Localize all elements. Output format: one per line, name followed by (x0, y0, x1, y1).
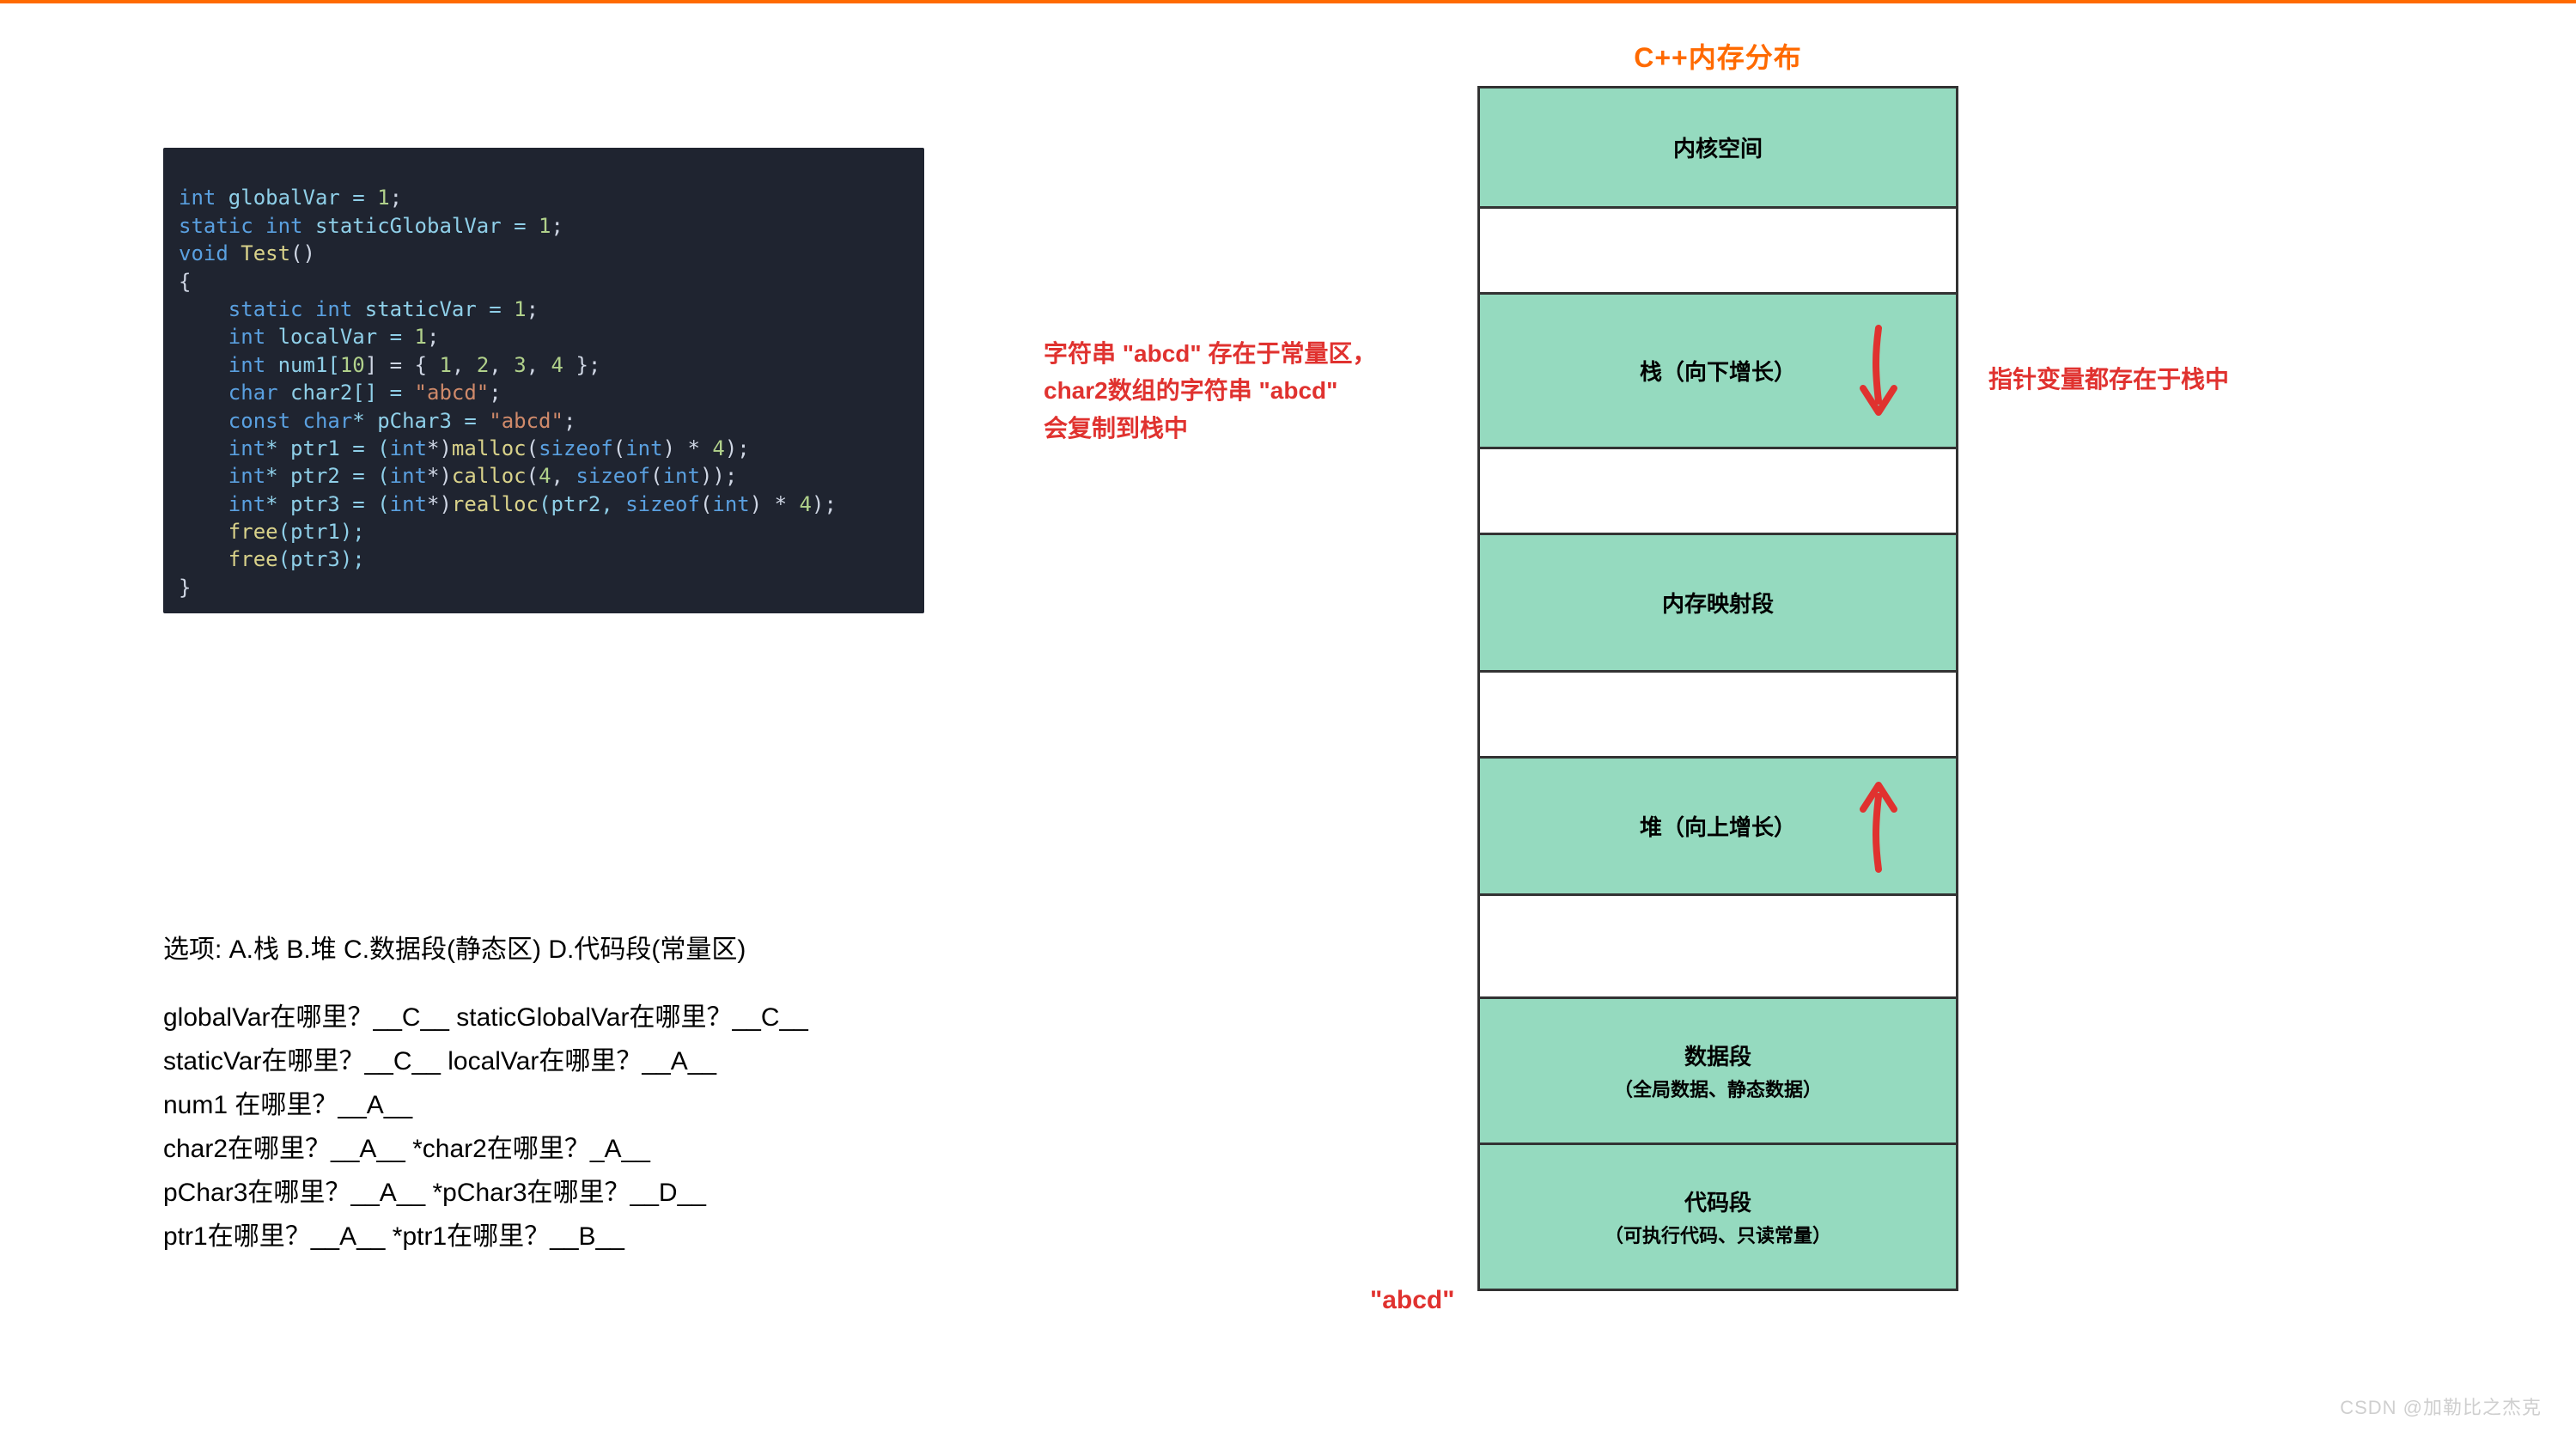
annotation-right: 指针变量都存在于栈中 (1988, 361, 2349, 395)
code-line-3: void Test() (179, 241, 315, 265)
mem-gap-3 (1480, 673, 1956, 759)
annotation-left-line2: char2数组的字符串 "abcd" (1044, 372, 1447, 409)
code-line-8: char char2[] = "abcd"; (179, 381, 502, 405)
code-line-4: { (179, 270, 191, 294)
mem-gap-1 (1480, 209, 1956, 295)
code-line-12: int* ptr3 = (int*)realloc(ptr2, sizeof(i… (179, 492, 837, 516)
question-line-6: ptr1在哪里？__A__ *ptr1在哪里？__B__ (163, 1215, 1005, 1258)
mem-code-seg-sub: （可执行代码、只读常量） (1605, 1221, 1831, 1248)
mem-stack-label: 栈（向下增长） (1640, 355, 1796, 387)
question-line-1: globalVar在哪里？__C__ staticGlobalVar在哪里？__… (163, 996, 1005, 1039)
code-line-6: int localVar = 1; (179, 325, 439, 349)
mem-data-seg-label: 数据段 (1684, 1039, 1751, 1071)
questions-block: 选项: A.栈 B.堆 C.数据段(静态区) D.代码段(常量区) global… (163, 928, 1005, 1258)
question-line-5: pChar3在哪里？__A__ *pChar3在哪里？__D__ (163, 1171, 1005, 1215)
mem-heap: 堆（向上增长） (1480, 759, 1956, 896)
mem-kernel: 内核空间 (1480, 88, 1956, 209)
code-line-14: free(ptr3); (179, 547, 365, 571)
mem-heap-label: 堆（向上增长） (1640, 810, 1796, 842)
annotation-abcd: "abcd" (1370, 1286, 1454, 1315)
annotation-left-line3: 会复制到栈中 (1044, 410, 1447, 447)
memory-layout: 内核空间 栈（向下增长） 内存映射段 堆（向上增长） 数据段 （全局数据、静态数… (1477, 86, 1958, 1291)
mem-data-seg-sub: （全局数据、静态数据） (1614, 1075, 1822, 1102)
mem-gap-2 (1480, 449, 1956, 535)
annotation-left: 字符串 "abcd" 存在于常量区， char2数组的字符串 "abcd" 会复… (1044, 335, 1447, 447)
mem-code-seg-label: 代码段 (1684, 1185, 1751, 1217)
annotation-left-line1: 字符串 "abcd" 存在于常量区， (1044, 335, 1447, 372)
mem-mmap-label: 内存映射段 (1662, 587, 1774, 619)
code-line-5: static int staticVar = 1; (179, 297, 539, 321)
code-line-9: const char* pChar3 = "abcd"; (179, 409, 575, 433)
code-line-11: int* ptr2 = (int*)calloc(4, sizeof(int))… (179, 464, 737, 488)
question-line-2: staticVar在哪里？__C__ localVar在哪里？__A__ (163, 1039, 1005, 1083)
mem-kernel-label: 内核空间 (1673, 131, 1763, 163)
mem-data-seg: 数据段 （全局数据、静态数据） (1480, 999, 1956, 1145)
code-block: int globalVar = 1; static int staticGlob… (163, 148, 924, 613)
mem-code-seg: 代码段 （可执行代码、只读常量） (1480, 1145, 1956, 1291)
code-line-13: free(ptr1); (179, 520, 365, 544)
question-line-4: char2在哪里？__A__ *char2在哪里？_A__ (163, 1127, 1005, 1171)
mem-mmap: 内存映射段 (1480, 535, 1956, 673)
question-line-3: num1 在哪里？__A__ (163, 1083, 1005, 1127)
code-line-2: static int staticGlobalVar = 1; (179, 214, 563, 238)
diagram-title: C++内存分布 (1477, 36, 1958, 76)
code-line-7: int num1[10] = { 1, 2, 3, 4 }; (179, 353, 600, 377)
arrow-up-icon (1853, 775, 1904, 878)
top-rule (0, 0, 2576, 3)
options-line: 选项: A.栈 B.堆 C.数据段(静态区) D.代码段(常量区) (163, 928, 1005, 972)
watermark: CSDN @加勒比之杰克 (2340, 1392, 2542, 1420)
code-line-1: int globalVar = 1; (179, 186, 402, 210)
mem-gap-4 (1480, 896, 1956, 999)
arrow-down-icon (1853, 320, 1904, 423)
code-line-15: } (179, 576, 191, 600)
mem-stack: 栈（向下增长） (1480, 295, 1956, 449)
code-line-10: int* ptr1 = (int*)malloc(sizeof(int) * 4… (179, 436, 750, 460)
